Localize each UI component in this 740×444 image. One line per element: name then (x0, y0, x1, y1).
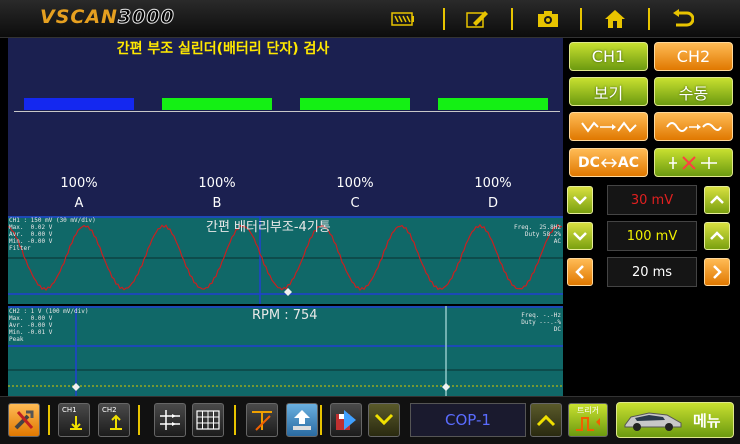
cylinder-percent: 100% (336, 176, 374, 191)
filter-waveform-button[interactable] (654, 112, 733, 141)
cylinder-percent: 100% (474, 176, 512, 191)
trigger-level-icon (252, 411, 272, 431)
ch1-waveform-title: 간편 배터리부조-4기통 (206, 220, 331, 235)
cylinder-balance-panel: 간편 부조 실린더(배터리 단자) 검사 100% 100% 100% 100%… (8, 38, 563, 216)
invert-waveform-icon (580, 120, 637, 133)
ch1-position-label: CH1 (62, 406, 77, 414)
back-icon[interactable] (668, 7, 698, 31)
menu-label: 메뉴 (693, 411, 721, 430)
chevron-down-icon (374, 413, 394, 426)
dc-ac-toggle-button[interactable]: DC AC (569, 148, 648, 177)
ch2-waveform-panel[interactable]: CH2 : 1 V (100 mV/div) Max. 0.00 V Avr. … (8, 306, 563, 396)
toolbar-separator (138, 405, 140, 435)
ch2-info: CH2 : 1 V (100 mV/div) Max. 0.00 V Avr. … (9, 308, 89, 343)
ch2-frequency: Freq. -.-Hz Duty ---.-% DC (521, 312, 561, 333)
chevron-up-icon (710, 231, 724, 240)
cursor-mode-button[interactable] (654, 148, 733, 177)
volt-ch1-down-button[interactable] (567, 186, 593, 214)
cylinder-label: D (487, 196, 498, 211)
cylinder-label: B (212, 196, 222, 211)
save-button[interactable] (286, 403, 318, 437)
cylinder-label: A (74, 196, 84, 211)
grid-icon (196, 410, 220, 430)
bottom-toolbar: CH1 CH2 COP-1 트리거 메뉴 (0, 396, 740, 444)
upload-icon (293, 410, 311, 430)
cop-up-button[interactable] (530, 403, 562, 437)
cursor-icon (160, 410, 180, 430)
app-logo: VSCAN3000 (40, 6, 175, 29)
ch2-position-label: CH2 (102, 406, 117, 414)
manual-button[interactable]: 수동 (654, 77, 733, 106)
time-decrease-button[interactable] (567, 258, 593, 286)
chevron-up-icon (536, 414, 556, 427)
top-bar: VSCAN3000 (0, 0, 740, 38)
camera-icon[interactable] (533, 7, 563, 31)
toolbar-separator (234, 405, 236, 435)
view-button[interactable]: 보기 (569, 77, 648, 106)
time-increase-button[interactable] (704, 258, 730, 286)
ch1-frequency: Freq. 25.8Hz Duty 58.2% AC (514, 224, 561, 245)
toolbar-separator (320, 405, 322, 435)
tools-button[interactable] (8, 403, 40, 437)
chevron-right-icon (713, 265, 722, 279)
volt-ch1-value: 30 mV (607, 185, 697, 215)
cylinder-percent: 100% (60, 176, 98, 191)
chevron-down-icon (573, 196, 587, 205)
cursor-button[interactable] (154, 403, 186, 437)
scope-display: 간편 부조 실린더(배터리 단자) 검사 100% 100% 100% 100%… (8, 38, 563, 396)
chevron-up-icon (710, 195, 724, 204)
right-control-panel: CH1 CH2 보기 수동 DC AC 30 mV 100 mV 20 ms (563, 38, 740, 396)
time-value: 20 ms (607, 257, 697, 287)
chevron-left-icon (575, 265, 584, 279)
trigger-icon (576, 417, 600, 431)
ch1-waveform-panel[interactable]: CH1 : 150 mV (30 mV/div) Max. 0.02 V Avr… (8, 216, 563, 304)
cylinder-bar-c (300, 98, 410, 110)
cylinder-bar-b (162, 98, 272, 110)
cylinder-test-title: 간편 부조 실린더(배터리 단자) 검사 (116, 41, 330, 57)
trigger-label: 트리거 (576, 406, 600, 415)
volt-ch2-up-button[interactable] (704, 222, 730, 250)
record-button[interactable] (330, 403, 362, 437)
top-separator (511, 8, 513, 30)
ch1-info: CH1 : 150 mV (30 mV/div) Max. 0.02 V Avr… (9, 217, 96, 252)
cop-value-display: COP-1 (410, 403, 526, 437)
logo-model: 3000 (117, 6, 175, 29)
ac-label: AC (617, 154, 639, 171)
cop-down-button[interactable] (368, 403, 400, 437)
home-icon[interactable] (600, 7, 630, 31)
car-icon (624, 412, 682, 431)
volt-ch2-value: 100 mV (607, 221, 697, 251)
top-separator (648, 8, 650, 30)
trigger-level-button[interactable] (246, 403, 278, 437)
dc-label: DC (577, 154, 600, 171)
trigger-button[interactable]: 트리거 (568, 403, 608, 437)
rpm-readout: RPM : 754 (252, 308, 318, 323)
menu-button[interactable]: 메뉴 (616, 402, 734, 438)
cursor-mode-icon (668, 155, 717, 170)
top-separator (580, 8, 582, 30)
grid-button[interactable] (192, 403, 224, 437)
cylinder-bar-d (438, 98, 548, 110)
cylinder-bar-a (24, 98, 134, 110)
cylinder-baseline (14, 111, 560, 112)
cylinder-label: C (350, 196, 360, 211)
top-separator (443, 8, 445, 30)
toolbar-separator (48, 405, 50, 435)
floppy-icon (336, 410, 356, 430)
ch1-position-button[interactable]: CH1 (58, 403, 90, 437)
ch2-select-button[interactable]: CH2 (654, 42, 733, 71)
ch2-position-button[interactable]: CH2 (98, 403, 130, 437)
volt-ch1-up-button[interactable] (704, 186, 730, 214)
volt-ch2-down-button[interactable] (567, 222, 593, 250)
battery-icon (388, 7, 418, 31)
ch1-select-button[interactable]: CH1 (569, 42, 648, 71)
logo-brand: VSCAN (40, 6, 118, 28)
edit-icon[interactable] (462, 7, 492, 31)
cylinder-percent: 100% (198, 176, 236, 191)
chevron-down-icon (573, 232, 587, 241)
filter-waveform-icon (665, 121, 722, 132)
tools-icon (14, 410, 34, 430)
swap-arrow-icon (600, 157, 617, 168)
invert-waveform-button[interactable] (569, 112, 648, 141)
